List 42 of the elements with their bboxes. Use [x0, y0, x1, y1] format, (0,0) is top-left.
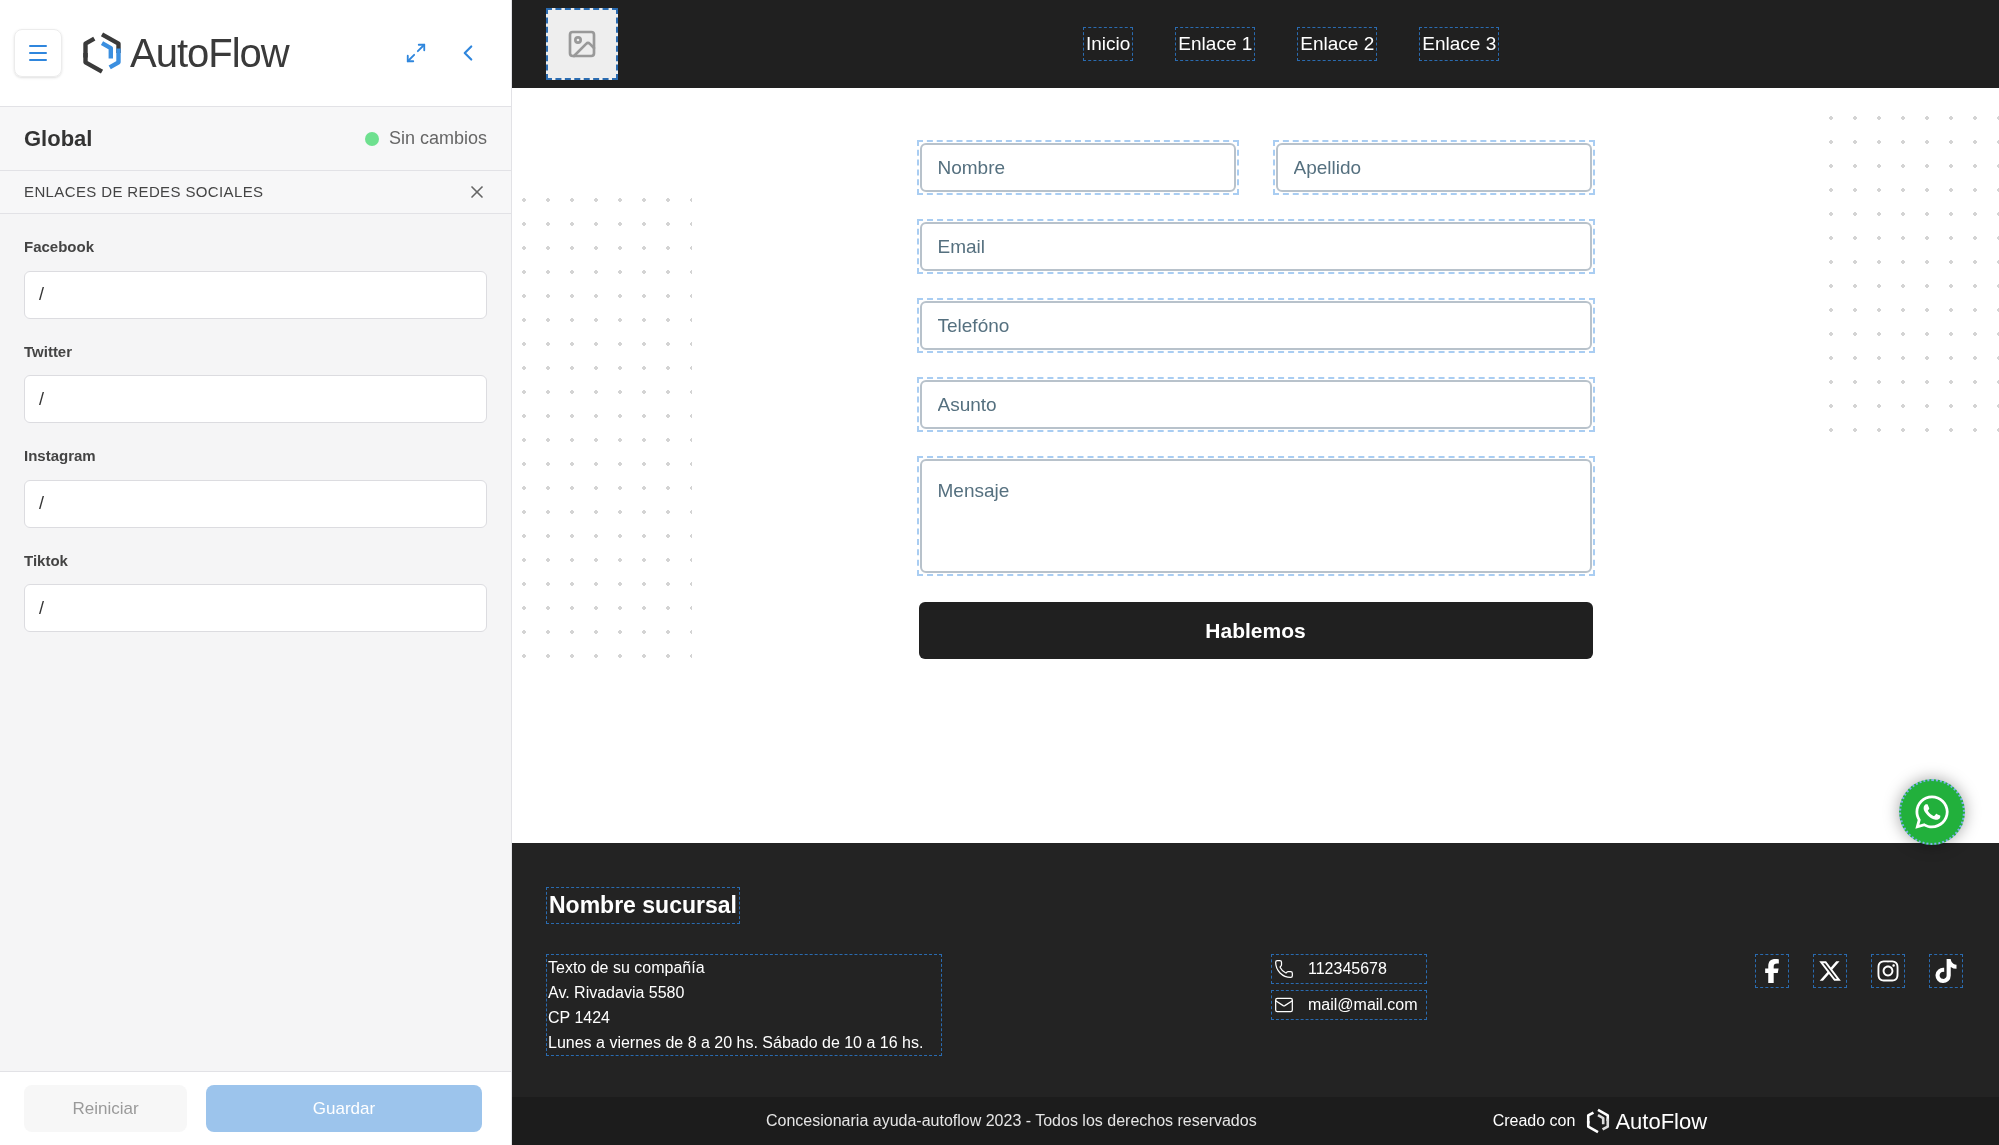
- expand-icon[interactable]: [405, 42, 427, 64]
- text-input[interactable]: Email: [919, 222, 1592, 271]
- nav-link[interactable]: Enlace 3: [1419, 26, 1500, 62]
- text-input[interactable]: Apellido: [1275, 143, 1592, 192]
- url-input[interactable]: /: [24, 479, 487, 528]
- branch-name: Nombre sucursal: [546, 887, 740, 924]
- contact-item: mail@mail.com: [1271, 989, 1427, 1020]
- url-input[interactable]: /: [24, 375, 487, 423]
- status-text: Sin cambios: [388, 127, 487, 150]
- whatsapp-icon: [1913, 793, 1951, 831]
- x-logo-icon[interactable]: [1813, 953, 1847, 988]
- text-input[interactable]: Asunto: [919, 380, 1592, 429]
- logo-text: AutoFlow: [130, 30, 289, 77]
- field-label: Twitter: [24, 341, 74, 362]
- copyright-text: Concesionaria ayuda-autoflow 2023 - Todos los derechos reservados: [766, 1111, 1257, 1131]
- message-textarea[interactable]: Mensaje: [919, 459, 1592, 573]
- credit-text: Creado con: [1492, 1111, 1576, 1131]
- text-input[interactable]: Telefóno: [919, 301, 1592, 350]
- section-title: ENLACES DE REDES SOCIALES: [24, 181, 264, 202]
- credit-logo-text: AutoFlow: [1615, 1107, 1708, 1136]
- url-input[interactable]: /: [24, 584, 487, 632]
- facebook-icon[interactable]: [1755, 953, 1789, 988]
- logo-icon: [80, 31, 124, 75]
- panel-title: Global: [24, 125, 93, 153]
- logo-icon: [1585, 1108, 1612, 1134]
- menu-button[interactable]: [14, 29, 62, 77]
- phone-icon: [1274, 958, 1294, 979]
- nav-link[interactable]: Enlace 1: [1175, 26, 1256, 62]
- submit-button[interactable]: Hablemos: [918, 602, 1593, 659]
- field-label: Tiktok: [24, 550, 69, 571]
- instagram-icon[interactable]: [1871, 953, 1905, 988]
- nav-link[interactable]: Inicio: [1083, 26, 1134, 62]
- tiktok-icon[interactable]: [1929, 953, 1963, 988]
- image-icon: [566, 28, 598, 60]
- contact-item: 112345678: [1271, 953, 1427, 984]
- field-label: Instagram: [24, 446, 97, 466]
- company-info: Texto de su compañía Av. Rivadavia 5580 CP 1424 Lunes a viernes de 8 a 20 hs. Sábado de 10 a 16 hs.: [546, 953, 942, 1056]
- whatsapp-button[interactable]: [1899, 779, 1965, 845]
- text-input[interactable]: Nombre: [919, 143, 1236, 192]
- nav-link[interactable]: Enlace 2: [1297, 26, 1378, 62]
- url-input[interactable]: /: [24, 270, 487, 319]
- field-label: Facebook: [24, 237, 96, 257]
